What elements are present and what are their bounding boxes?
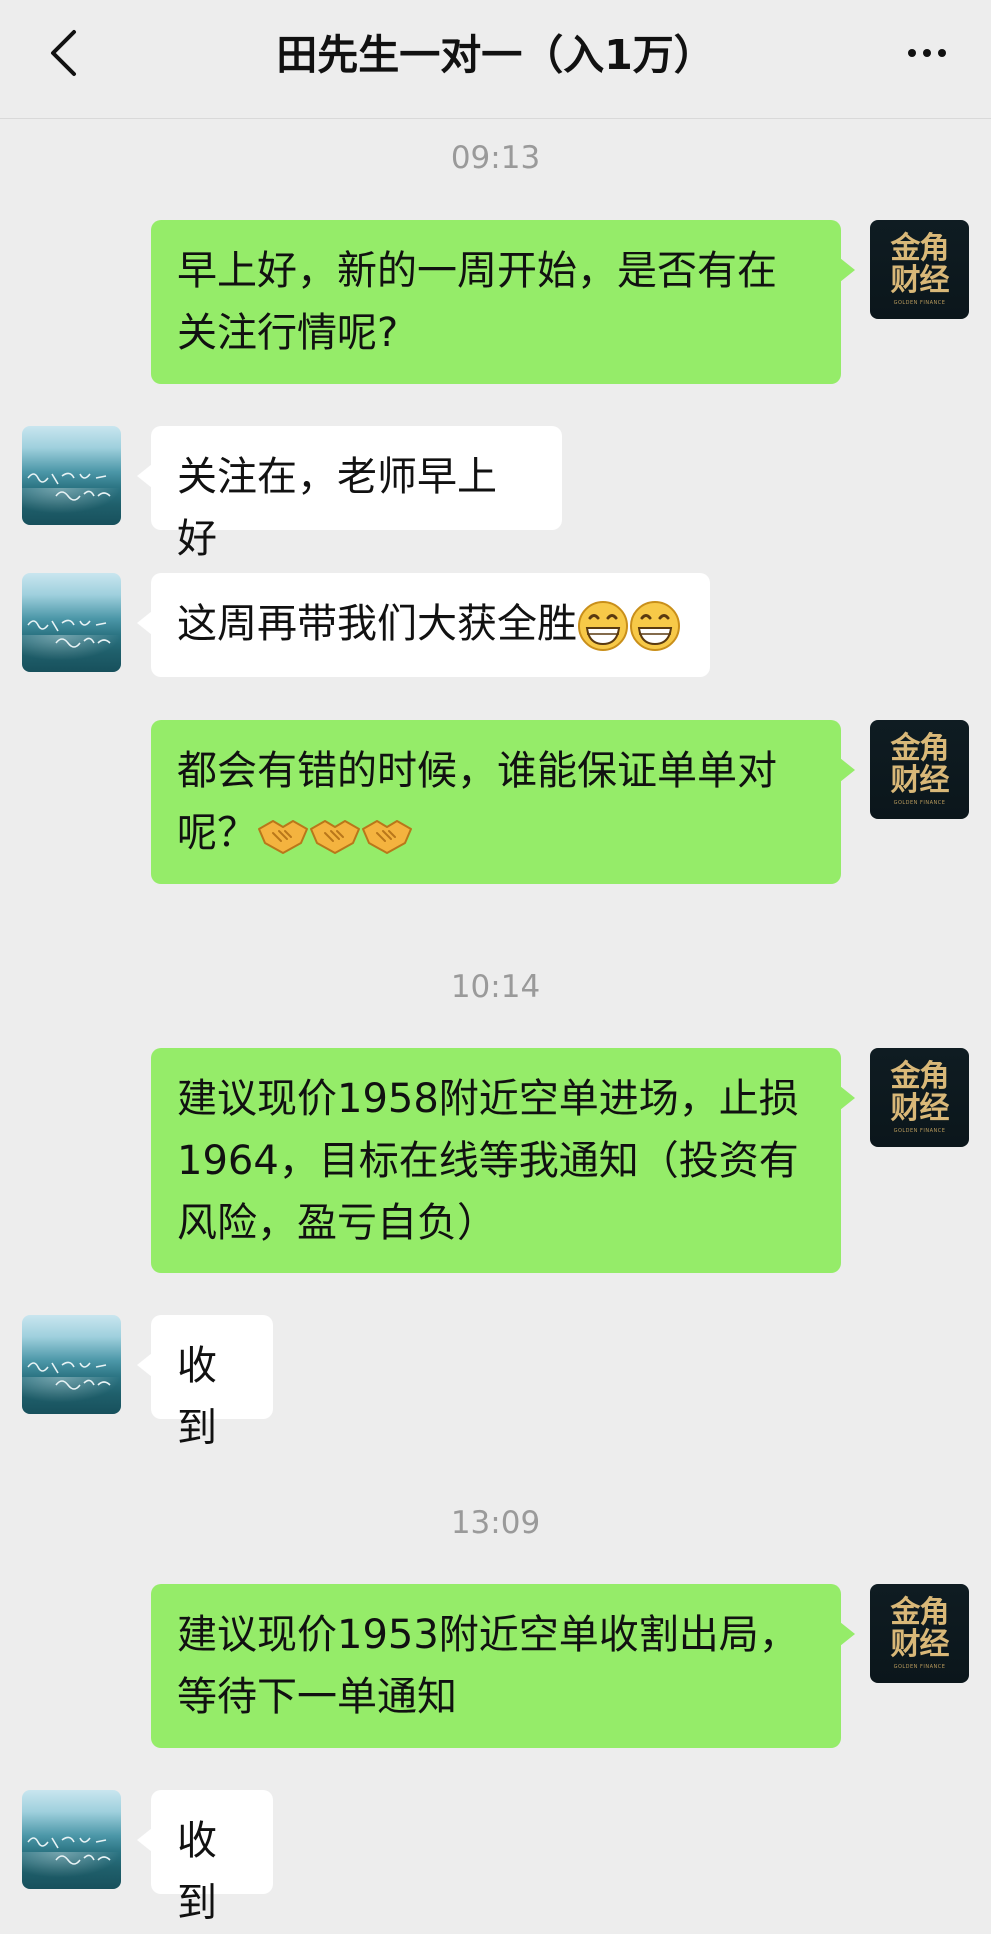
handshake-emoji xyxy=(258,820,308,854)
self-avatar[interactable]: 金角 财经 GOLDEN FINANCE xyxy=(870,720,969,819)
message-text: 收到 xyxy=(177,1343,217,1451)
message-text: 建议现价1953附近空单收割出局，等待下一单通知 xyxy=(177,1612,799,1720)
contact-avatar[interactable] xyxy=(22,1790,121,1889)
top-nav-bar: 田先生一对一（入1万） xyxy=(0,0,991,119)
message-text: 收到 xyxy=(177,1818,217,1926)
self-avatar[interactable]: 金角 财经 GOLDEN FINANCE xyxy=(870,220,969,319)
contact-avatar[interactable] xyxy=(22,426,121,525)
handshake-emoji xyxy=(310,820,360,854)
message-text: 这周再带我们大获全胜 xyxy=(177,601,577,647)
message-bubble-self[interactable]: 早上好，新的一周开始，是否有在关注行情呢? xyxy=(151,220,855,384)
self-avatar[interactable]: 金角 财经 GOLDEN FINANCE xyxy=(870,1584,969,1683)
timestamp: 13:09 xyxy=(450,1505,541,1541)
handshake-emoji xyxy=(362,820,412,854)
message-bubble-other[interactable]: 关注在，老师早上好 xyxy=(137,426,562,562)
message-bubble-other[interactable]: 这周再带我们大获全胜 xyxy=(137,573,710,677)
timestamp: 10:14 xyxy=(450,969,541,1005)
more-dots-icon xyxy=(908,49,916,57)
message-text: 早上好，新的一周开始，是否有在关注行情呢? xyxy=(177,248,777,356)
contact-avatar[interactable] xyxy=(22,1315,121,1414)
message-bubble-self[interactable]: 建议现价1958附近空单进场，止损1964，目标在线等我通知（投资有风险，盈亏自… xyxy=(151,1048,855,1273)
contact-avatar[interactable] xyxy=(22,573,121,672)
message-bubble-self[interactable]: 都会有错的时候，谁能保证单单对呢？ xyxy=(151,720,855,884)
timestamp: 09:13 xyxy=(450,140,541,176)
message-text: 建议现价1958附近空单进场，止损1964，目标在线等我通知（投资有风险，盈亏自… xyxy=(177,1076,799,1246)
chat-title: 田先生一对一（入1万） xyxy=(276,31,715,79)
self-avatar[interactable]: 金角 财经 GOLDEN FINANCE xyxy=(870,1048,969,1147)
message-text: 关注在，老师早上好 xyxy=(177,454,497,562)
handwriting-decoration xyxy=(27,472,111,501)
message-bubble-self[interactable]: 建议现价1953附近空单收割出局，等待下一单通知 xyxy=(151,1584,855,1748)
chevron-left-icon xyxy=(51,30,76,76)
message-bubble-other[interactable]: 收到 xyxy=(137,1790,273,1926)
grin-emoji xyxy=(630,601,680,651)
more-options-button[interactable] xyxy=(897,30,957,76)
back-button[interactable] xyxy=(38,22,88,84)
grin-emoji xyxy=(578,601,628,651)
message-bubble-other[interactable]: 收到 xyxy=(137,1315,273,1451)
